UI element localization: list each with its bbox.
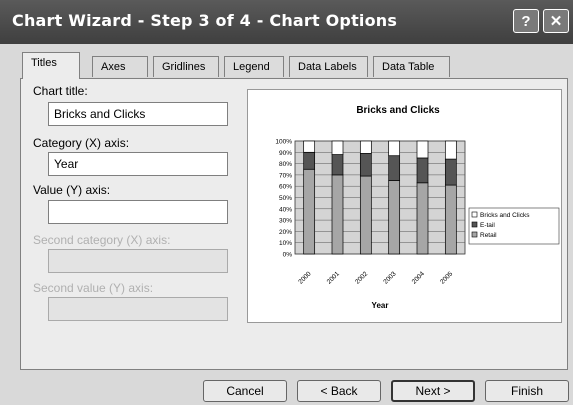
tab-legend[interactable]: Legend xyxy=(224,56,284,77)
bar-retail xyxy=(303,168,316,255)
plot-area: 0% 10% 20% 30% 40% 50% 60% 70% 80% 90% 100% 2000 200… xyxy=(275,139,466,286)
x-tick-label: 2003 xyxy=(382,270,397,285)
window-title: Chart Wizard - Step 3 of 4 - Chart Optio… xyxy=(12,11,398,30)
finish-button[interactable]: Finish xyxy=(485,380,569,402)
category-x-axis-label: Category (X) axis: xyxy=(33,136,130,150)
bar-bricks-and-clicks xyxy=(444,140,457,160)
chart-title: Bricks and Clicks xyxy=(356,105,440,116)
tab-titles[interactable]: Titles xyxy=(22,52,80,79)
bar-bricks-and-clicks xyxy=(303,140,316,153)
back-button[interactable]: < Back xyxy=(297,380,381,402)
y-tick-label: 30% xyxy=(279,218,292,225)
y-tick-label: 50% xyxy=(279,195,292,202)
chart-preview: Bricks and Clicks Year 0% 10% 20% 30% 40% 50%… xyxy=(247,89,562,323)
category-x-axis-input[interactable]: Year xyxy=(48,152,228,176)
tab-axes[interactable]: Axes xyxy=(92,56,148,77)
bar-e-tail xyxy=(416,157,429,184)
cancel-button[interactable]: Cancel xyxy=(203,380,287,402)
bar-e-tail xyxy=(359,153,372,177)
chart-title-input[interactable]: Bricks and Clicks xyxy=(48,102,228,126)
second-category-axis-input xyxy=(48,249,228,273)
bar-retail xyxy=(416,182,429,255)
chart-title-label: Chart title: xyxy=(33,84,88,98)
legend-label: Bricks and Clicks xyxy=(480,212,530,219)
chart-svg: Bricks and Clicks Year 0% 10% 20% 30% 40% 50%… xyxy=(275,105,560,310)
tab-data-table[interactable]: Data Table xyxy=(373,56,450,77)
bar-retail xyxy=(388,180,401,255)
y-tick-label: 0% xyxy=(283,252,293,259)
tab-gridlines[interactable]: Gridlines xyxy=(153,56,219,77)
close-button[interactable]: ✕ xyxy=(543,9,569,33)
legend: Bricks and Clicks E-tail Retail xyxy=(468,207,560,245)
y-tick-label: 70% xyxy=(279,172,292,179)
value-y-axis-input[interactable] xyxy=(48,200,228,224)
second-value-axis-label: Second value (Y) axis: xyxy=(33,281,154,295)
y-tick-label: 60% xyxy=(279,184,292,191)
y-tick-label: 40% xyxy=(279,206,292,213)
help-button[interactable]: ? xyxy=(513,9,539,33)
legend-swatch xyxy=(471,221,478,228)
bar-e-tail xyxy=(388,155,401,181)
bar-retail xyxy=(331,174,344,255)
tab-data-labels[interactable]: Data Labels xyxy=(289,56,368,77)
legend-label: E-tail xyxy=(480,222,495,229)
bar-bricks-and-clicks xyxy=(331,140,344,155)
next-button[interactable]: Next > xyxy=(391,380,475,402)
second-value-axis-input xyxy=(48,297,228,321)
x-tick-label: 2001 xyxy=(326,270,341,285)
x-tick-label: 2004 xyxy=(411,270,426,285)
legend-swatch xyxy=(471,231,478,238)
bar-e-tail xyxy=(444,158,457,186)
legend-label: Retail xyxy=(480,232,497,239)
y-tick-label: 20% xyxy=(279,229,292,236)
x-tick-label: 2002 xyxy=(354,270,369,285)
x-tick-label: 2000 xyxy=(297,270,312,285)
bar-retail xyxy=(444,184,457,255)
title-bar: Chart Wizard - Step 3 of 4 - Chart Optio… xyxy=(0,0,573,44)
y-tick-label: 90% xyxy=(279,150,292,157)
bar-retail xyxy=(359,175,372,255)
bar-e-tail xyxy=(331,154,344,176)
y-tick-label: 100% xyxy=(275,139,292,146)
value-y-axis-label: Value (Y) axis: xyxy=(33,183,111,197)
bar-bricks-and-clicks xyxy=(416,140,429,159)
bar-bricks-and-clicks xyxy=(359,140,372,154)
x-tick-label: 2005 xyxy=(439,270,454,285)
y-tick-label: 10% xyxy=(279,240,292,247)
legend-swatch xyxy=(471,211,478,218)
second-category-axis-label: Second category (X) axis: xyxy=(33,233,171,247)
y-tick-label: 80% xyxy=(279,161,292,168)
bar-bricks-and-clicks xyxy=(388,140,401,157)
x-axis-title: Year xyxy=(372,301,389,310)
bar-e-tail xyxy=(303,151,316,170)
